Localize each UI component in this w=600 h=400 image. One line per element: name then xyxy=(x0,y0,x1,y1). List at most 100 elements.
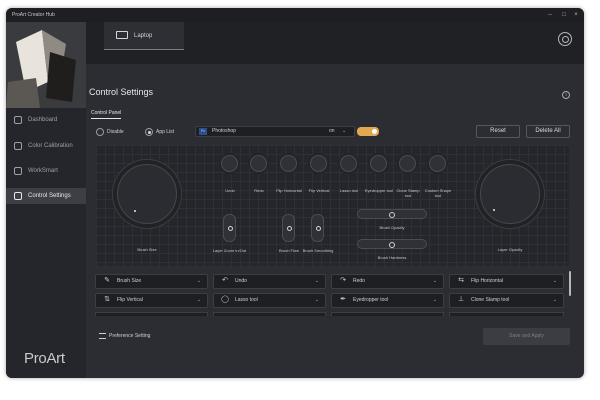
slider-brush-opacity[interactable] xyxy=(357,209,427,219)
slider-brush-smoothing[interactable] xyxy=(311,214,324,242)
brand-logo: ProArt xyxy=(24,350,65,367)
slider-brush-hardness[interactable] xyxy=(357,239,427,249)
button-label-lasso: Lasso tool xyxy=(339,188,359,193)
tab-laptop[interactable]: Laptop xyxy=(104,22,184,50)
preference-label: Preference Setting xyxy=(109,333,151,339)
app-select[interactable]: Ps Photoshop on ⌄ xyxy=(195,126,355,137)
dial-label-left: Brush Size xyxy=(137,247,157,252)
sidebar-item-control-settings[interactable]: Control Settings xyxy=(6,188,86,204)
radio-label: Disable xyxy=(107,129,124,135)
tab-control-panel[interactable]: Control Panel xyxy=(91,110,122,119)
slider-brush-flow[interactable] xyxy=(282,214,295,242)
assign-dropdown-flip-horizontal[interactable]: ⇆ Flip Horizontal ⌄ xyxy=(449,274,564,289)
lasso-icon: ◯ xyxy=(221,296,229,303)
slider-label-brush-opacity: Brush Opacity xyxy=(379,225,405,230)
slider-label-layer-zoom: Layer Zoom In/Out xyxy=(212,248,247,253)
radio-circle xyxy=(145,128,153,136)
button-undo[interactable] xyxy=(221,155,238,172)
flip-vertical-icon: ⇅ xyxy=(104,296,110,303)
slider-label-brush-smoothing: Brush Smoothing xyxy=(302,248,334,253)
assign-dropdown-clone-stamp[interactable]: ⊥ Clone Stamp tool ⌄ xyxy=(449,293,564,308)
sliders-icon xyxy=(99,333,106,339)
radio-circle xyxy=(96,128,104,136)
chevron-down-icon: ⌄ xyxy=(196,297,201,303)
dropdown-label: Undo xyxy=(235,278,247,284)
chevron-down-icon: ⌄ xyxy=(552,297,557,303)
assign-list-clipped-row xyxy=(95,312,564,316)
sidebar-item-worksmart[interactable]: WorkSmart xyxy=(6,163,86,179)
dropdown-label: Lasso tool xyxy=(235,297,258,303)
radio-app-list[interactable]: App List xyxy=(145,127,174,137)
chevron-down-icon: ⌄ xyxy=(432,278,437,284)
save-and-apply-button[interactable]: Save and Apply xyxy=(483,328,570,345)
reset-button[interactable]: Reset xyxy=(476,125,520,138)
button-label-custom-shape: Custom Shape tool xyxy=(424,188,452,198)
dial-label-right: Layer Opacity xyxy=(497,247,523,252)
button-flip-horizontal[interactable] xyxy=(280,155,297,172)
chevron-down-icon: ⌄ xyxy=(432,297,437,303)
sidebar-item-label: Color Calibration xyxy=(28,143,73,149)
worksmart-icon xyxy=(14,167,22,175)
clone-stamp-icon: ⊥ xyxy=(457,296,465,303)
slider-layer-zoom[interactable] xyxy=(223,214,236,242)
button-label-flip-horizontal: Flip Horizontal xyxy=(276,188,302,193)
dropdown-label: Flip Horizontal xyxy=(471,278,503,284)
assign-dropdown-redo[interactable]: ↷ Redo ⌄ xyxy=(331,274,444,289)
sidebar-item-label: WorkSmart xyxy=(28,168,58,174)
preference-setting-link[interactable]: Preference Setting xyxy=(99,332,150,340)
dropdown-label: Brush Size xyxy=(117,278,142,284)
delete-all-button[interactable]: Delete All xyxy=(526,125,570,138)
assign-dropdown-lasso[interactable]: ◯ Lasso tool ⌄ xyxy=(213,293,326,308)
sidebar-item-label: Dashboard xyxy=(28,117,58,123)
chevron-down-icon: ⌄ xyxy=(552,278,557,284)
assign-dropdown-undo[interactable]: ↶ Undo ⌄ xyxy=(213,274,326,289)
dial-indicator xyxy=(493,209,495,211)
button-eyedropper[interactable] xyxy=(370,155,387,172)
app-name: Photoshop xyxy=(212,128,236,134)
brush-size-icon: ✎ xyxy=(104,277,110,284)
gear-icon[interactable] xyxy=(558,32,572,46)
chevron-down-icon: ⌄ xyxy=(342,128,347,134)
button-label-undo: Undo xyxy=(225,188,235,193)
app-toggle[interactable] xyxy=(357,127,379,136)
button-label-eyedropper: Eyedropper tool xyxy=(364,188,394,193)
assign-dropdown-eyedropper[interactable]: ✒ Eyedropper tool ⌄ xyxy=(331,293,444,308)
assign-dropdown-flip-vertical[interactable]: ⇅ Flip Vertical ⌄ xyxy=(95,293,208,308)
eyedropper-icon: ✒ xyxy=(340,296,346,303)
assign-dropdown-brush-size[interactable]: ✎ Brush Size ⌄ xyxy=(95,274,208,289)
undo-icon: ↶ xyxy=(222,277,228,284)
color-calibration-icon xyxy=(14,142,22,150)
laptop-icon xyxy=(116,31,128,39)
photoshop-icon: Ps xyxy=(199,128,207,135)
sidebar-item-color-calibration[interactable]: Color Calibration xyxy=(6,138,86,154)
dial-brush-size[interactable] xyxy=(117,164,177,224)
button-label-flip-vertical: Flip Vertical xyxy=(308,188,330,193)
slider-label-brush-hardness: Brush Hardness xyxy=(377,255,407,260)
device-tab-label: Laptop xyxy=(134,33,153,39)
dropdown-label: Clone Stamp tool xyxy=(471,297,510,303)
chevron-down-icon: ⌄ xyxy=(314,278,319,284)
button-label-clone-stamp: Clone Stamp tool xyxy=(396,188,420,198)
button-lasso[interactable] xyxy=(340,155,357,172)
info-icon[interactable]: i xyxy=(562,91,570,99)
assign-list-scrollbar[interactable] xyxy=(569,271,571,296)
button-redo[interactable] xyxy=(250,155,267,172)
dropdown-label: Redo xyxy=(353,278,365,284)
sidebar-item-dashboard[interactable]: Dashboard xyxy=(6,112,86,128)
chevron-down-icon: ⌄ xyxy=(196,278,201,284)
button-custom-shape[interactable] xyxy=(429,155,446,172)
button-clone-stamp[interactable] xyxy=(399,155,416,172)
app-state: on xyxy=(329,128,335,134)
sliders-icon xyxy=(14,192,22,200)
dial-layer-opacity[interactable] xyxy=(480,164,540,224)
button-label-redo: Redo xyxy=(254,188,264,193)
slider-label-brush-flow: Brush Flow xyxy=(278,248,299,253)
button-flip-vertical[interactable] xyxy=(310,155,327,172)
dropdown-label: Flip Vertical xyxy=(117,297,143,303)
flip-horizontal-icon: ⇆ xyxy=(458,277,464,284)
chevron-down-icon: ⌄ xyxy=(314,297,319,303)
dial-indicator xyxy=(134,210,136,212)
radio-label: App List xyxy=(156,129,175,135)
radio-disable[interactable]: Disable xyxy=(96,127,124,137)
top-bar: Laptop xyxy=(86,22,584,64)
